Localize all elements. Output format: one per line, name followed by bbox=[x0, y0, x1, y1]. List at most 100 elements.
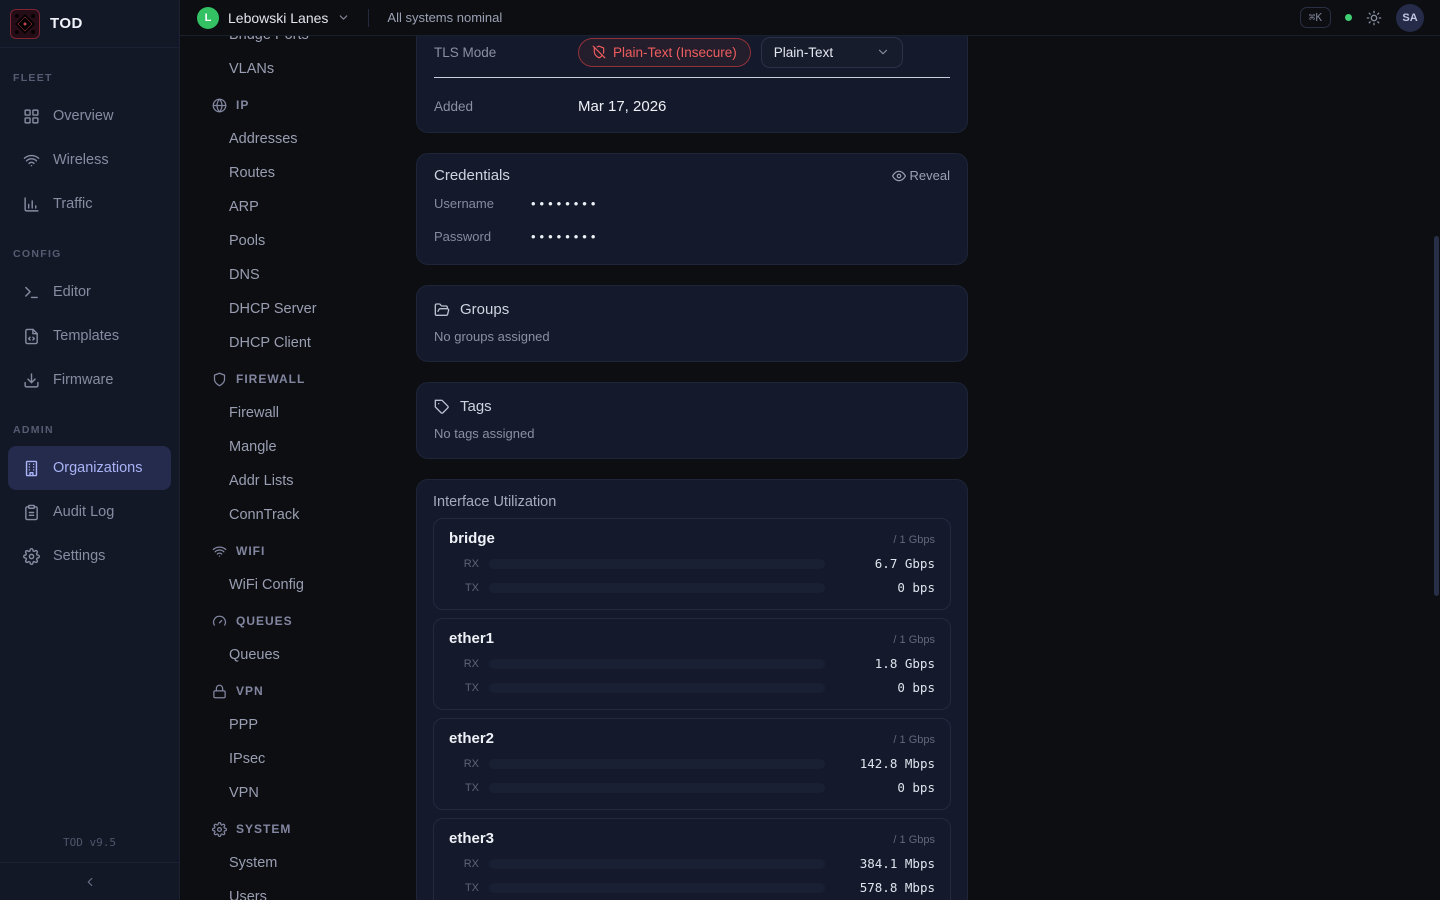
subnav-item-firewall[interactable]: Firewall bbox=[212, 396, 416, 430]
subnav-item-arp[interactable]: ARP bbox=[212, 190, 416, 224]
tag-icon bbox=[434, 399, 450, 415]
eye-icon bbox=[892, 169, 906, 183]
groups-empty-text: No groups assigned bbox=[434, 329, 950, 344]
sidebar-item-editor[interactable]: Editor bbox=[8, 270, 171, 314]
subnav-section-queues: QUEUES bbox=[212, 604, 416, 638]
tx-bar-track bbox=[489, 883, 825, 893]
password-masked-value: •••••••• bbox=[531, 229, 599, 244]
subnav-item-system[interactable]: System bbox=[212, 846, 416, 880]
subnav-item-vpn[interactable]: VPN bbox=[212, 776, 416, 810]
subnav-item-bridge-ports[interactable]: Bridge Ports bbox=[212, 36, 416, 52]
command-palette-shortcut[interactable]: ⌘K bbox=[1300, 7, 1331, 28]
app-root: TOD FLEET Overview Wireless Traffic CONF… bbox=[0, 0, 1440, 900]
lock-icon bbox=[212, 684, 227, 699]
tx-value: 0 bps bbox=[835, 580, 935, 595]
user-avatar[interactable]: SA bbox=[1396, 4, 1424, 32]
org-switcher[interactable]: L Lebowski Lanes bbox=[197, 7, 350, 29]
content-area: Bridge Ports VLANs IP Addresses Routes A… bbox=[180, 36, 1440, 900]
tags-card: Tags No tags assigned bbox=[416, 382, 968, 459]
groups-title: Groups bbox=[460, 301, 509, 318]
subnav-section-vpn: VPN bbox=[212, 674, 416, 708]
subnav-item-dhcp-server[interactable]: DHCP Server bbox=[212, 292, 416, 326]
subnav-item-addr-lists[interactable]: Addr Lists bbox=[212, 464, 416, 498]
folder-icon bbox=[434, 302, 450, 318]
rx-value: 384.1 Mbps bbox=[835, 856, 935, 871]
tags-empty-text: No tags assigned bbox=[434, 426, 950, 441]
globe-icon bbox=[212, 98, 227, 113]
shield-off-icon bbox=[592, 45, 606, 59]
page-scrollbar-thumb[interactable] bbox=[1434, 236, 1439, 596]
sidebar-item-audit-log[interactable]: Audit Log bbox=[8, 490, 171, 534]
tx-bar-track bbox=[489, 783, 825, 793]
subnav-item-mangle[interactable]: Mangle bbox=[212, 430, 416, 464]
sidebar-item-organizations[interactable]: Organizations bbox=[8, 446, 171, 490]
sidebar-collapse-button[interactable] bbox=[0, 862, 179, 900]
groups-card: Groups No groups assigned bbox=[416, 285, 968, 362]
tags-title: Tags bbox=[460, 398, 492, 415]
subnav-section-system: SYSTEM bbox=[212, 812, 416, 846]
interface-utilization-title: Interface Utilization bbox=[433, 494, 951, 510]
detail-cards-column: TLS Mode Plain-Text (Insecure) Plain-Tex… bbox=[416, 36, 968, 900]
credentials-title: Credentials bbox=[434, 167, 510, 184]
sidebar-item-templates[interactable]: Templates bbox=[8, 314, 171, 358]
tx-value: 578.8 Mbps bbox=[835, 880, 935, 895]
wifi-icon bbox=[23, 152, 40, 169]
subnav-item-wifi-config[interactable]: WiFi Config bbox=[212, 568, 416, 602]
subnav-item-queues[interactable]: Queues bbox=[212, 638, 416, 672]
row-divider bbox=[434, 77, 950, 78]
org-avatar: L bbox=[197, 7, 219, 29]
subnav-item-vlans[interactable]: VLANs bbox=[212, 52, 416, 86]
nav-section-fleet: FLEET bbox=[0, 66, 179, 94]
theme-toggle-sun-icon[interactable] bbox=[1366, 10, 1382, 26]
added-date: Mar 17, 2026 bbox=[578, 98, 666, 115]
chevron-down-icon bbox=[876, 45, 890, 59]
sidebar-item-overview[interactable]: Overview bbox=[8, 94, 171, 138]
nav-section-admin: ADMIN bbox=[0, 418, 179, 446]
interface-utilization-card: Interface Utilization bridge / 1 Gbps RX… bbox=[416, 479, 968, 900]
tx-value: 0 bps bbox=[835, 680, 935, 695]
tx-bar-track bbox=[489, 683, 825, 693]
subnav-item-users[interactable]: Users bbox=[212, 880, 416, 900]
dashboard-icon bbox=[23, 108, 40, 125]
wifi-icon bbox=[212, 544, 227, 559]
username-masked-value: •••••••• bbox=[531, 196, 599, 211]
sidebar-item-traffic[interactable]: Traffic bbox=[8, 182, 171, 226]
subnav-item-addresses[interactable]: Addresses bbox=[212, 122, 416, 156]
password-label: Password bbox=[434, 229, 531, 244]
subnav-item-dhcp-client[interactable]: DHCP Client bbox=[212, 326, 416, 360]
interface-row-ether3: ether3 / 1 Gbps RX 384.1 Mbps TX 578.8 M… bbox=[433, 818, 951, 900]
sidebar-item-settings[interactable]: Settings bbox=[8, 534, 171, 578]
capacity-label: / 1 Gbps bbox=[893, 534, 935, 546]
subnav-item-dns[interactable]: DNS bbox=[212, 258, 416, 292]
subnav-item-conntrack[interactable]: ConnTrack bbox=[212, 498, 416, 532]
gear-icon bbox=[23, 548, 40, 565]
capacity-label: / 1 Gbps bbox=[893, 834, 935, 846]
file-icon bbox=[23, 328, 40, 345]
subnav-section-wifi: WIFI bbox=[212, 534, 416, 568]
reveal-credentials-button[interactable]: Reveal bbox=[892, 168, 950, 183]
shield-icon bbox=[212, 372, 227, 387]
subnav-section-firewall: FIREWALL bbox=[212, 362, 416, 396]
subnav-item-pools[interactable]: Pools bbox=[212, 224, 416, 258]
download-icon bbox=[23, 372, 40, 389]
subnav-item-ppp[interactable]: PPP bbox=[212, 708, 416, 742]
chart-icon bbox=[23, 196, 40, 213]
chevron-left-icon bbox=[83, 875, 97, 889]
capacity-label: / 1 Gbps bbox=[893, 634, 935, 646]
tx-label: TX bbox=[449, 582, 479, 594]
subnav-item-routes[interactable]: Routes bbox=[212, 156, 416, 190]
brand-header: TOD bbox=[0, 0, 179, 48]
interface-row-bridge: bridge / 1 Gbps RX 6.7 Gbps TX 0 bps bbox=[433, 518, 951, 610]
subnav-item-ipsec[interactable]: IPsec bbox=[212, 742, 416, 776]
sidebar-item-wireless[interactable]: Wireless bbox=[8, 138, 171, 182]
rx-label: RX bbox=[449, 858, 479, 870]
topbar-divider bbox=[368, 9, 369, 27]
subnav-section-ip: IP bbox=[212, 88, 416, 122]
building-icon bbox=[23, 460, 40, 477]
interface-row-ether2: ether2 / 1 Gbps RX 142.8 Mbps TX 0 bps bbox=[433, 718, 951, 810]
tls-mode-select[interactable]: Plain-Text bbox=[761, 37, 903, 68]
capacity-label: / 1 Gbps bbox=[893, 734, 935, 746]
sidebar-item-firmware[interactable]: Firmware bbox=[8, 358, 171, 402]
clipboard-icon bbox=[23, 504, 40, 521]
device-subnav: Bridge Ports VLANs IP Addresses Routes A… bbox=[180, 36, 416, 900]
